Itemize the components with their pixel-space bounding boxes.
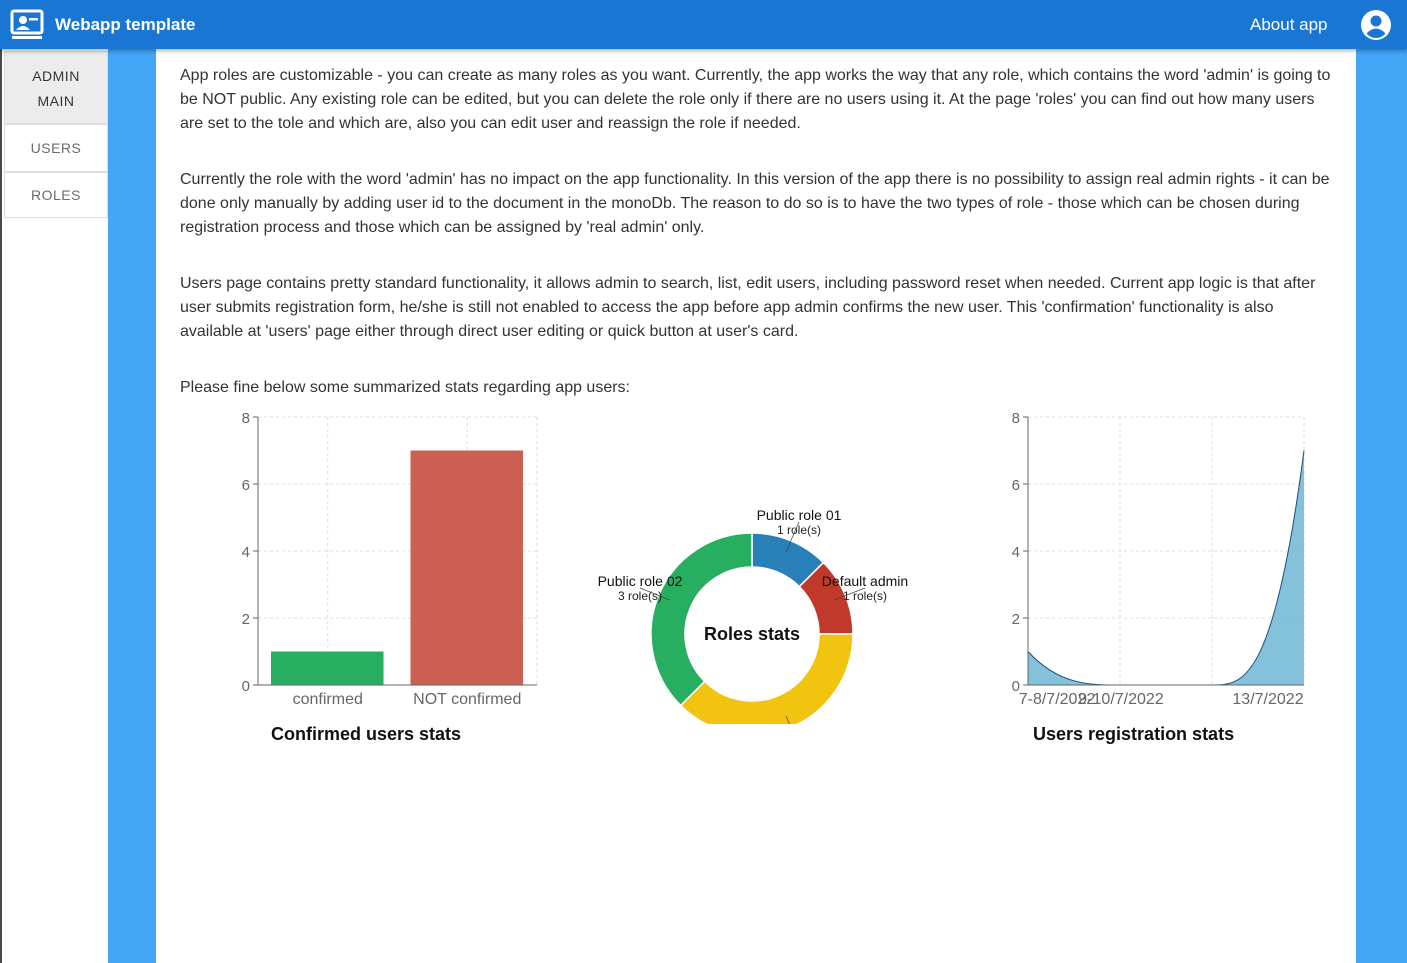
sidebar-item-label: ADMIN [32, 68, 80, 84]
roles-paragraph: App roles are customizable - you can cre… [180, 67, 1331, 132]
roles-donut-chart: Public role 011 role(s)Default admin1 ro… [598, 507, 908, 724]
users-page-paragraph: Users page contains pretty standard func… [180, 275, 1316, 340]
sidebar-item-label: USERS [30, 140, 82, 156]
y-tick-label: 2 [242, 611, 250, 628]
slice-value-label: 1 role(s) [843, 589, 887, 603]
slice-label: Default admin [822, 573, 908, 589]
sidebar-item-admin-main[interactable]: ADMIN MAIN [4, 51, 108, 124]
y-tick-label: 6 [1012, 477, 1020, 494]
background-panel-left [108, 49, 156, 963]
confirmed-users-bar-chart: 0 2 4 6 8 confirmed NOT confirmed [242, 410, 538, 708]
y-tick-label: 6 [242, 477, 250, 494]
presentation-icon [10, 9, 44, 41]
sidebar: ADMIN MAIN USERS ROLES [0, 49, 108, 963]
registration-area [1028, 450, 1304, 685]
bar-not-confirmed [410, 450, 523, 685]
sidebar-item-roles[interactable]: ROLES [4, 172, 108, 218]
x-tick-label: confirmed [293, 691, 363, 708]
donut-slice-public-role-03 [679, 633, 854, 724]
background-panel-right [1356, 49, 1407, 963]
y-tick-label: 4 [1012, 544, 1020, 561]
app-bar: Webapp template About app [0, 0, 1407, 49]
users-registration-area-chart: 024687-8/7/20229-10/7/2022 13/7/2022 [1012, 410, 1305, 708]
slice-value-label: 3 role(s) [618, 589, 662, 603]
app-title: Webapp template [55, 15, 196, 34]
bar-confirmed [271, 651, 384, 685]
x-tick-label: NOT confirmed [413, 691, 521, 708]
y-tick-label: 4 [242, 544, 250, 561]
slice-value-label: 1 role(s) [777, 523, 821, 537]
y-tick-label: 8 [242, 410, 250, 427]
confirmed-users-chart-title: Confirmed users stats [271, 724, 462, 744]
admin-role-paragraph: Currently the role with the word 'admin'… [180, 171, 1330, 236]
slice-label: Public role 02 [598, 573, 683, 589]
about-app-link[interactable]: About app [1250, 15, 1328, 35]
y-tick-label: 8 [1012, 410, 1020, 427]
donut-center-title: Roles stats [704, 624, 800, 644]
y-tick-label: 0 [242, 678, 250, 695]
y-tick-label: 2 [1012, 611, 1020, 628]
stats-intro-paragraph: Please fine below some summarized stats … [180, 379, 630, 396]
sidebar-item-label: MAIN [37, 93, 75, 109]
slice-label: Public role 01 [757, 507, 842, 523]
users-registration-chart-title: Users registration stats [1033, 724, 1235, 744]
main-content: App roles are customizable - you can cre… [156, 49, 1356, 963]
x-tick-label: 9-10/7/2022 [1078, 691, 1164, 708]
x-tick-label: 13/7/2022 [1232, 691, 1303, 708]
account-circle-icon[interactable] [1360, 9, 1392, 41]
sidebar-item-users[interactable]: USERS [4, 124, 108, 172]
donut-slice-public-role-02 [650, 532, 753, 707]
sidebar-item-label: ROLES [31, 187, 81, 203]
